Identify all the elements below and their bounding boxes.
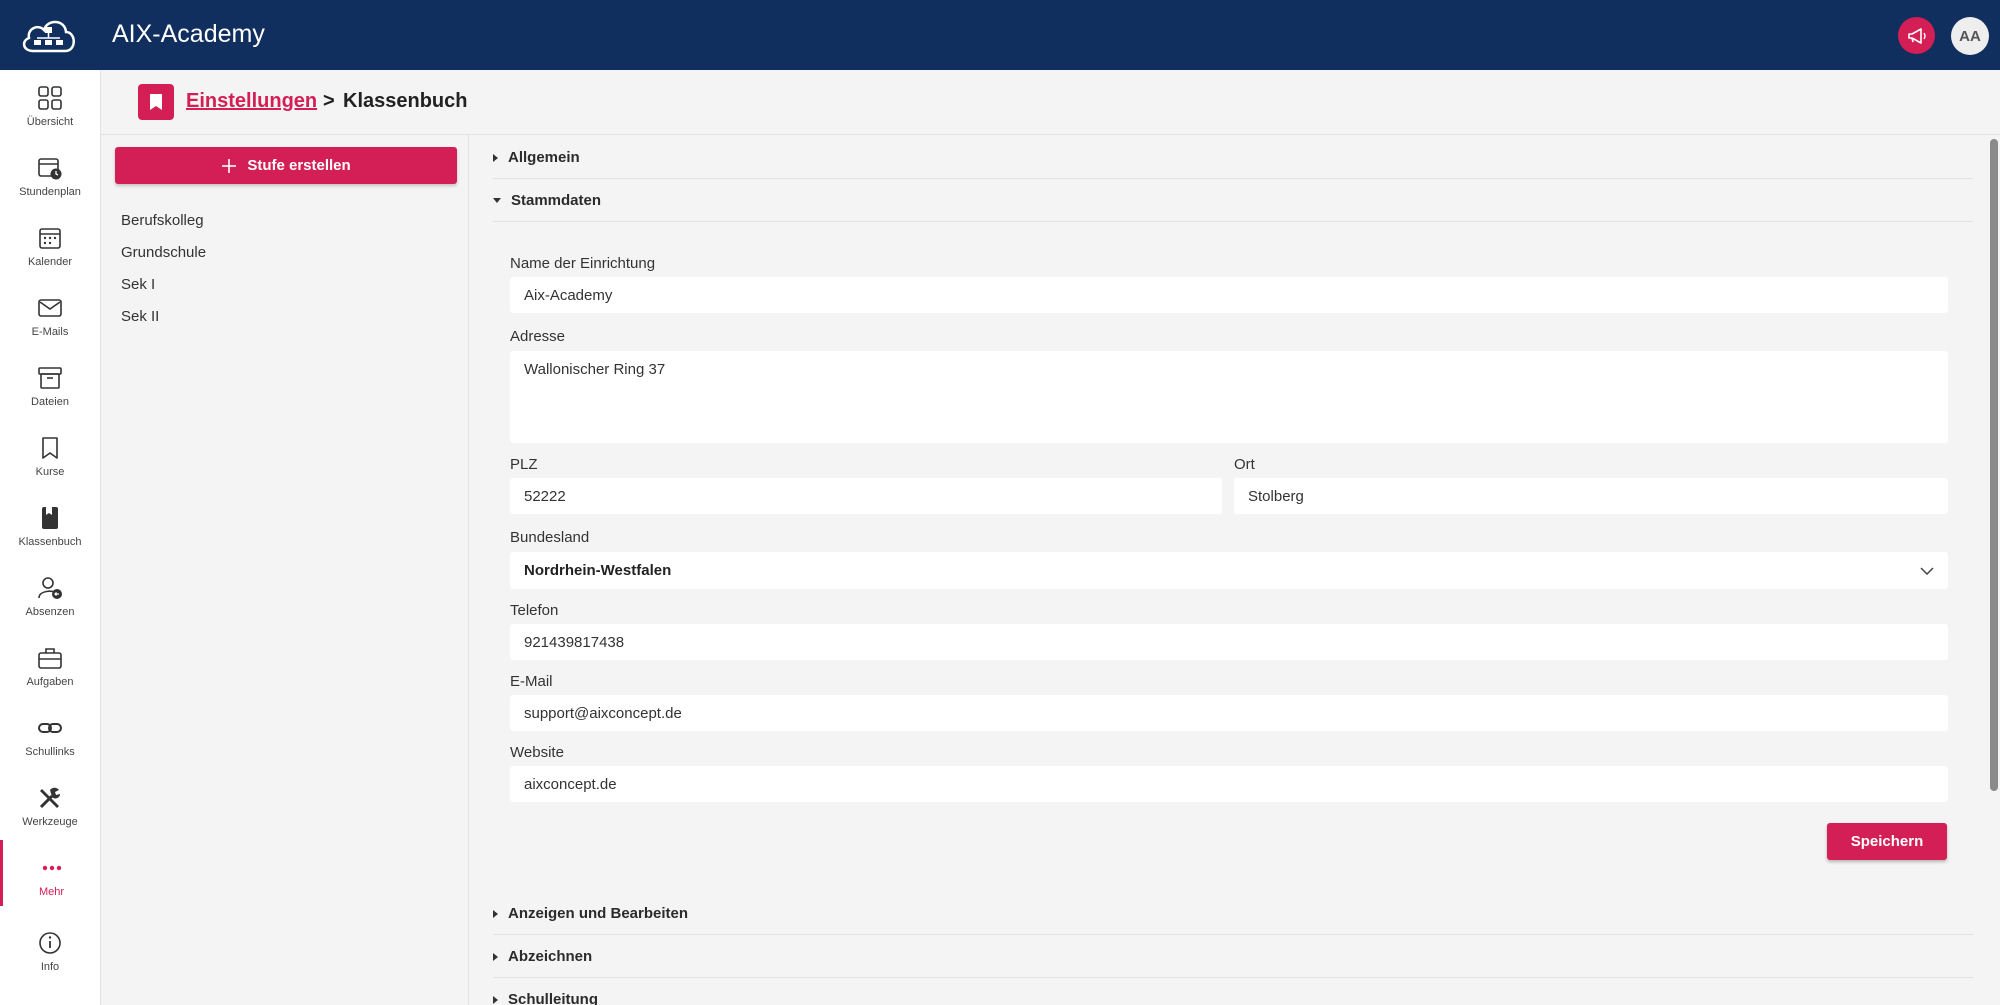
more-icon: [38, 854, 66, 882]
nav-item-tasks[interactable]: Aufgaben: [0, 630, 100, 696]
caret-right-icon: [493, 952, 498, 961]
email-input[interactable]: [510, 695, 1948, 731]
nav-label: Klassenbuch: [18, 536, 82, 548]
phone-input[interactable]: [510, 624, 1948, 660]
user-absence-icon: [36, 574, 64, 602]
nav-label: Stundenplan: [19, 186, 81, 198]
nav-item-absences[interactable]: Absenzen: [0, 560, 100, 626]
section-general-header[interactable]: Allgemein: [493, 137, 1973, 179]
nav-label: Kurse: [35, 466, 65, 478]
page-header: Einstellungen > Klassenbuch: [101, 70, 2000, 135]
section-master-data-header[interactable]: Stammdaten: [493, 180, 1973, 222]
address-label: Adresse: [510, 328, 566, 345]
app-title: AIX-Academy: [112, 20, 265, 48]
book-icon: [36, 504, 64, 532]
state-label: Bundesland: [510, 529, 590, 546]
section-title: Allgemein: [508, 149, 580, 166]
caret-right-icon: [493, 153, 498, 162]
section-title: Abzeichnen: [508, 948, 593, 965]
nav-label: Werkzeuge: [22, 816, 78, 828]
state-select[interactable]: Nordrhein-Westfalen: [510, 552, 1948, 589]
bookmark-icon: [138, 84, 174, 120]
top-bar: AIX-Academy AA: [0, 0, 2000, 70]
caret-right-icon: [493, 995, 498, 1004]
caret-right-icon: [493, 909, 498, 918]
nav-label: Absenzen: [25, 606, 75, 618]
announcement-button[interactable]: [1898, 17, 1935, 54]
level-item[interactable]: Sek II: [121, 308, 159, 325]
nav-item-calendar[interactable]: Kalender: [0, 210, 100, 276]
nav-label: E-Mails: [31, 326, 69, 338]
level-item[interactable]: Sek I: [121, 276, 155, 293]
nav-label: Kalender: [27, 256, 73, 268]
nav-item-courses[interactable]: Kurse: [0, 420, 100, 486]
info-icon: [36, 929, 64, 957]
section-title: Anzeigen und Bearbeiten: [508, 905, 689, 922]
save-button[interactable]: Speichern: [1827, 823, 1947, 860]
phone-label: Telefon: [510, 602, 559, 619]
nav-label: Mehr: [38, 886, 65, 898]
section-school-management-header[interactable]: Schulleitung: [493, 979, 1973, 1005]
nav-label: Aufgaben: [26, 676, 74, 688]
nav-item-overview[interactable]: Übersicht: [0, 70, 100, 136]
nav-item-classbook[interactable]: Klassenbuch: [0, 490, 100, 556]
scrollbar-thumb[interactable]: [1990, 139, 1998, 791]
archive-icon: [36, 364, 64, 392]
caret-down-icon: [493, 198, 501, 203]
nav-item-schedule[interactable]: Stundenplan: [0, 140, 100, 206]
calendar-icon: [36, 224, 64, 252]
page-title: Klassenbuch: [343, 90, 468, 112]
nav-item-emails[interactable]: E-Mails: [0, 280, 100, 346]
city-label: Ort: [1234, 456, 1255, 473]
website-input[interactable]: [510, 766, 1948, 802]
nav-label: Übersicht: [26, 116, 74, 128]
bookmark-icon: [36, 434, 64, 462]
create-level-button[interactable]: Stufe erstellen: [115, 147, 457, 184]
create-level-label: Stufe erstellen: [247, 157, 351, 174]
chevron-down-icon: [1920, 566, 1934, 575]
email-label: E-Mail: [510, 673, 553, 690]
breadcrumb-separator: >: [323, 90, 335, 112]
nav-item-files[interactable]: Dateien: [0, 350, 100, 416]
nav-label: Info: [40, 961, 60, 973]
state-selected-value: Nordrhein-Westfalen: [524, 562, 672, 579]
nav-item-schoollinks[interactable]: Schullinks: [0, 700, 100, 766]
nav-label: Schullinks: [25, 746, 75, 758]
name-label: Name der Einrichtung: [510, 255, 656, 272]
city-input[interactable]: [1234, 478, 1948, 514]
address-textarea[interactable]: Wallonischer Ring 37: [510, 351, 1948, 443]
zip-label: PLZ: [510, 456, 538, 473]
left-navigation: Übersicht Stundenplan Kalender E-Mails D…: [0, 70, 101, 1005]
link-icon: [36, 714, 64, 742]
nav-item-tools[interactable]: Werkzeuge: [0, 770, 100, 836]
main-scrollbar[interactable]: [1988, 135, 2000, 1005]
settings-main: Allgemein Stammdaten Name der Einrichtun…: [469, 135, 1989, 1005]
user-avatar[interactable]: AA: [1951, 17, 1989, 55]
nav-label: Dateien: [31, 396, 69, 408]
name-input[interactable]: [510, 277, 1948, 313]
nav-item-more[interactable]: Mehr: [0, 840, 100, 906]
level-item[interactable]: Grundschule: [121, 244, 206, 261]
breadcrumb-settings-link[interactable]: Einstellungen: [186, 90, 317, 113]
schedule-icon: [36, 154, 64, 182]
level-item[interactable]: Berufskolleg: [121, 212, 204, 229]
megaphone-icon: [1907, 27, 1926, 44]
website-label: Website: [510, 744, 564, 761]
plus-icon: [222, 158, 237, 173]
mail-icon: [36, 294, 64, 322]
section-sign-header[interactable]: Abzeichnen: [493, 936, 1973, 978]
briefcase-icon: [36, 644, 64, 672]
cloud-logo-icon[interactable]: [19, 13, 79, 57]
grid-icon: [36, 84, 64, 112]
section-display-edit-header[interactable]: Anzeigen und Bearbeiten: [493, 893, 1973, 935]
tools-icon: [36, 784, 64, 812]
nav-item-info[interactable]: Info: [0, 915, 100, 981]
section-title: Stammdaten: [511, 192, 602, 209]
section-title: Schulleitung: [508, 991, 598, 1005]
zip-input[interactable]: [510, 478, 1222, 514]
levels-panel: Stufe erstellen Berufskolleg Grundschule…: [101, 135, 469, 1005]
